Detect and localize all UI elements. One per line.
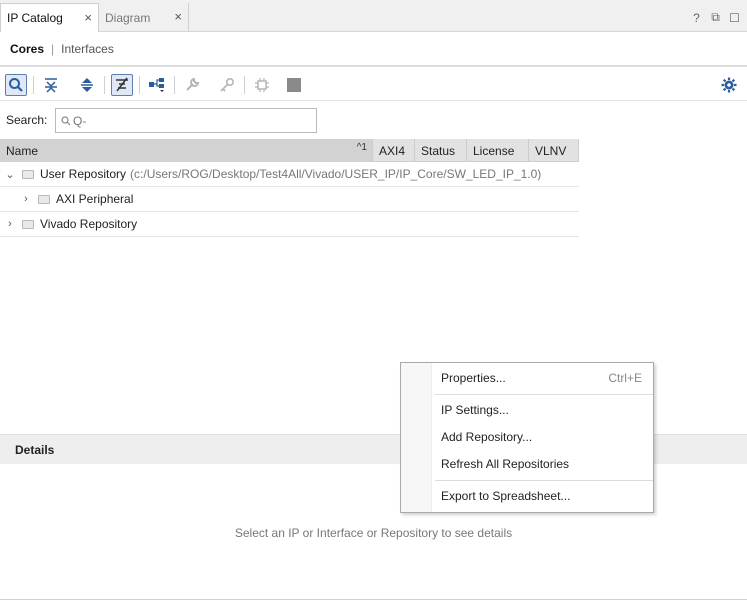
column-vlnv-label: VLNV (535, 143, 567, 158)
key-icon (220, 77, 235, 92)
column-name-label: Name (6, 143, 39, 158)
restore-icon[interactable]: ⧉ (709, 10, 722, 25)
folder-icon (22, 219, 34, 229)
tab-interfaces[interactable]: Interfaces (61, 42, 114, 56)
menu-separator (435, 480, 653, 481)
expand-all-icon (81, 78, 93, 92)
search-row: Search: (0, 104, 747, 136)
folder-icon (38, 194, 50, 204)
stop-icon (287, 78, 301, 92)
menu-item-ip-settings[interactable]: IP Settings... (441, 403, 509, 417)
gear-icon (721, 77, 737, 93)
tab-diagram-label: Diagram (105, 10, 151, 25)
expand-all-button[interactable] (76, 74, 98, 96)
column-status-label: Status (421, 143, 456, 158)
tab-ip-catalog-label: IP Catalog (7, 11, 63, 25)
context-menu: Properties... Ctrl+E IP Settings... Add … (400, 362, 654, 513)
search-field[interactable] (55, 108, 317, 133)
table-row[interactable]: › AXI Peripheral (0, 187, 579, 212)
sort-ascending-icon: ^1 (356, 142, 367, 153)
chip-icon (255, 78, 269, 92)
repository-name: User Repository (40, 167, 127, 181)
collapse-all-icon (45, 78, 57, 93)
catalog-toolbar (0, 69, 747, 101)
chevron-right-icon[interactable]: › (20, 193, 32, 205)
maximize-icon[interactable]: ☐ (728, 11, 741, 25)
close-icon[interactable]: × (174, 10, 182, 23)
table-row[interactable]: ⌄ User Repository (c:/Users/ROG/Desktop/… (0, 162, 579, 187)
tab-ip-catalog[interactable]: IP Catalog × (0, 3, 99, 32)
toolbar-divider (174, 76, 175, 94)
filter-toggle-button[interactable] (111, 74, 133, 96)
collapse-all-button[interactable] (40, 74, 62, 96)
license-key-button (216, 74, 238, 96)
tab-diagram[interactable]: Diagram × (99, 3, 189, 32)
repository-path: (c:/Users/ROG/Desktop/Test4All/Vivado/US… (130, 167, 542, 181)
category-name: AXI Peripheral (56, 192, 134, 206)
search-icon (9, 78, 23, 92)
stop-button (283, 74, 305, 96)
toolbar-divider (244, 76, 245, 94)
details-empty-message: Select an IP or Interface or Repository … (234, 526, 513, 540)
search-input[interactable] (73, 113, 293, 128)
catalog-subtabs: Cores | Interfaces (0, 33, 747, 67)
menu-shortcut-properties: Ctrl+E (608, 371, 642, 385)
details-title: Details (15, 442, 55, 457)
column-header-license[interactable]: License (467, 139, 529, 162)
toolbar-divider (104, 76, 105, 94)
search-label: Search: (6, 113, 48, 127)
help-icon[interactable]: ? (690, 11, 703, 25)
chevron-right-icon[interactable]: › (4, 218, 16, 230)
column-axi4-label: AXI4 (379, 143, 406, 158)
search-icon (61, 115, 71, 125)
column-header-name[interactable]: Name ^1 (0, 139, 373, 162)
ip-chip-button (251, 74, 273, 96)
hierarchy-button[interactable] (146, 74, 168, 96)
folder-icon (22, 169, 34, 179)
subtab-separator: | (51, 42, 55, 56)
wrench-icon (186, 77, 200, 91)
chevron-down-icon[interactable]: ⌄ (4, 168, 16, 181)
menu-separator (435, 394, 653, 395)
close-icon[interactable]: × (84, 11, 92, 24)
menu-item-export-to-spreadsheet[interactable]: Export to Spreadsheet... (441, 489, 570, 503)
search-toggle-button[interactable] (5, 74, 27, 96)
toolbar-divider (139, 76, 140, 94)
repository-name: Vivado Repository (40, 217, 138, 231)
menu-item-properties[interactable]: Properties... (441, 371, 506, 385)
column-header-vlnv[interactable]: VLNV (529, 139, 579, 162)
table-header: Name ^1 AXI4 Status License VLNV (0, 139, 579, 162)
menu-item-add-repository[interactable]: Add Repository... (441, 430, 532, 444)
column-header-axi4[interactable]: AXI4 (373, 139, 415, 162)
hierarchy-icon (149, 78, 164, 92)
table-row[interactable]: › Vivado Repository (0, 212, 579, 237)
column-license-label: License (473, 143, 515, 158)
filter-icon (116, 77, 128, 92)
editor-tab-bar: IP Catalog × Diagram × ? ⧉ ☐ (0, 0, 747, 32)
column-header-status[interactable]: Status (415, 139, 467, 162)
menu-item-refresh-all-repositories[interactable]: Refresh All Repositories (441, 457, 569, 471)
tab-cores[interactable]: Cores (10, 42, 44, 56)
panel-bottom-border (0, 599, 747, 600)
settings-button[interactable] (718, 74, 740, 96)
context-menu-icon-gutter (401, 363, 432, 512)
window-controls: ? ⧉ ☐ (690, 10, 741, 25)
toolbar-divider (33, 76, 34, 94)
ip-catalog-table: Name ^1 AXI4 Status License VLNV ⌄ User … (0, 139, 579, 237)
customize-ip-button (181, 74, 203, 96)
